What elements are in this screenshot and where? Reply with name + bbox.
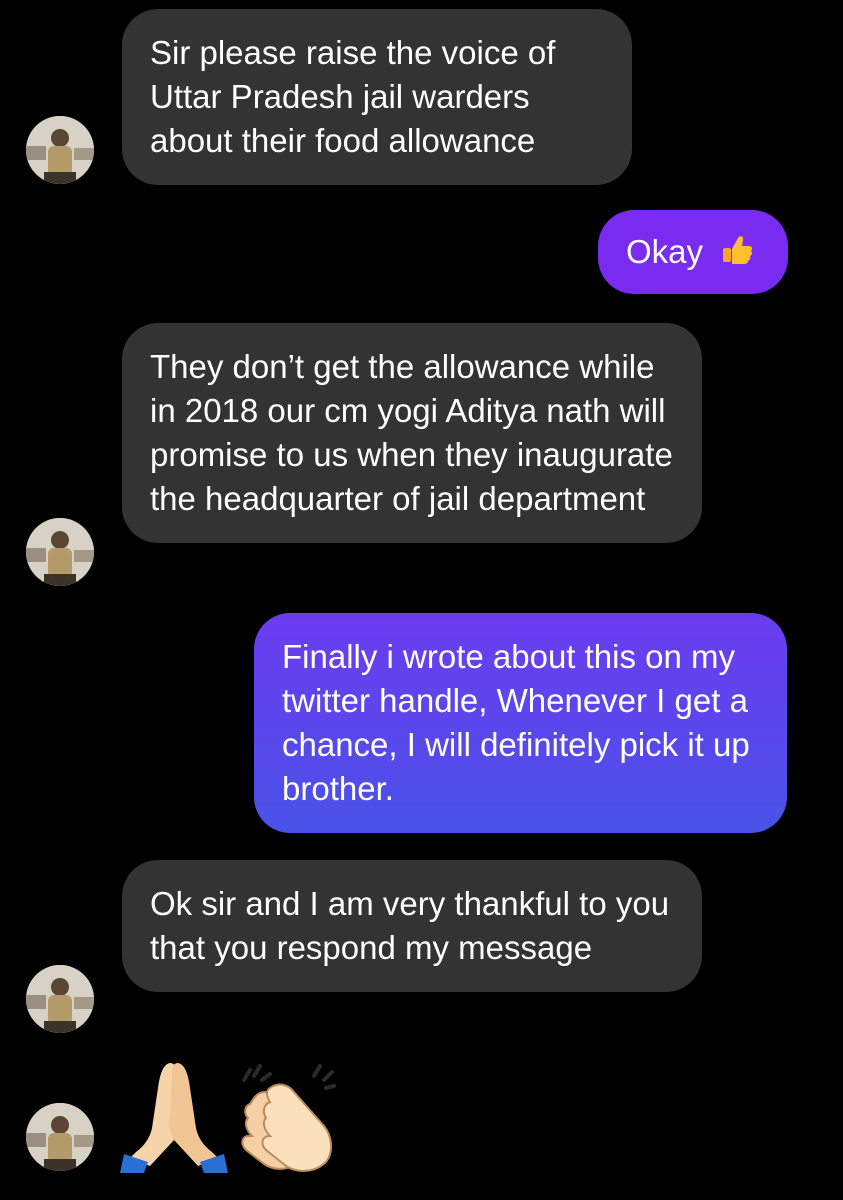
thumbs-up-icon <box>720 232 754 277</box>
sender-avatar[interactable] <box>26 1103 94 1171</box>
sender-avatar[interactable] <box>26 116 94 184</box>
folded-hands-icon <box>120 1063 228 1173</box>
incoming-message-bubble[interactable]: They don’t get the allowance while in 20… <box>122 323 702 543</box>
message-text: They don’t get the allowance while in 20… <box>150 348 673 517</box>
sender-avatar[interactable] <box>26 965 94 1033</box>
message-text: Finally i wrote about this on my twitter… <box>282 638 750 807</box>
incoming-message-bubble[interactable]: Sir please raise the voice of Uttar Prad… <box>122 9 632 185</box>
sender-avatar[interactable] <box>26 518 94 586</box>
emoji-message[interactable] <box>120 1058 380 1173</box>
outgoing-message-bubble[interactable]: Okay <box>598 210 788 294</box>
outgoing-message-bubble[interactable]: Finally i wrote about this on my twitter… <box>254 613 787 833</box>
message-text: Okay <box>626 233 704 270</box>
incoming-message-bubble[interactable]: Ok sir and I am very thankful to you tha… <box>122 860 702 992</box>
message-text: Ok sir and I am very thankful to you tha… <box>150 885 670 966</box>
message-text: Sir please raise the voice of Uttar Prad… <box>150 34 556 159</box>
clapping-hands-icon <box>241 1064 336 1172</box>
